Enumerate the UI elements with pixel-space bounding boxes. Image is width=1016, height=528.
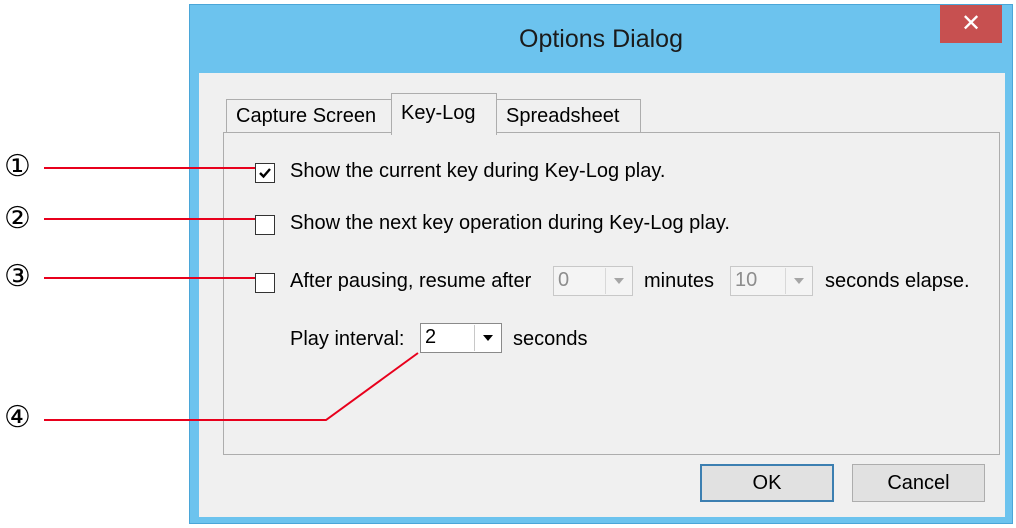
tab-spreadsheet[interactable]: Spreadsheet xyxy=(496,99,641,133)
resume-minutes-select[interactable]: 0 xyxy=(553,266,633,296)
minutes-label: minutes xyxy=(644,270,715,292)
callout-marker-2: ② xyxy=(4,201,31,236)
options-dialog-window: Options Dialog ✕ Capture Screen Key-Log … xyxy=(189,4,1013,524)
close-button[interactable]: ✕ xyxy=(940,5,1002,43)
show-next-key-label: Show the next key operation during Key-L… xyxy=(290,212,730,234)
resume-after-pause-checkbox[interactable] xyxy=(255,273,275,293)
resume-after-label: After pausing, resume after xyxy=(290,270,532,292)
checkmark-icon xyxy=(259,168,271,179)
show-current-key-label: Show the current key during Key-Log play… xyxy=(290,160,666,182)
play-interval-unit-label: seconds xyxy=(513,328,588,350)
tab-spreadsheet-label: Spreadsheet xyxy=(506,105,620,127)
chevron-down-icon[interactable] xyxy=(785,268,811,294)
callout-marker-3: ③ xyxy=(4,259,31,294)
resume-seconds-select[interactable]: 10 xyxy=(730,266,813,296)
ok-button[interactable]: OK xyxy=(700,464,834,502)
chevron-down-icon[interactable] xyxy=(605,268,631,294)
tab-capture-screen-label: Capture Screen xyxy=(236,105,377,127)
key-log-panel: Show the current key during Key-Log play… xyxy=(223,132,1000,455)
chevron-down-icon[interactable] xyxy=(474,325,500,351)
resume-seconds-value: 10 xyxy=(735,269,758,291)
resume-minutes-value: 0 xyxy=(558,269,570,291)
title-bar[interactable]: Options Dialog ✕ xyxy=(190,5,1012,73)
tab-capture-screen[interactable]: Capture Screen xyxy=(226,99,392,133)
dialog-title: Options Dialog xyxy=(519,25,683,53)
play-interval-label: Play interval: xyxy=(290,328,405,350)
play-interval-value: 2 xyxy=(425,326,437,348)
play-interval-select[interactable]: 2 xyxy=(420,323,502,353)
callout-marker-4: ④ xyxy=(4,400,31,435)
seconds-elapse-label: seconds elapse. xyxy=(825,270,970,292)
show-next-key-checkbox[interactable] xyxy=(255,215,275,235)
cancel-button[interactable]: Cancel xyxy=(852,464,985,502)
callout-marker-1: ① xyxy=(4,149,31,184)
dialog-client-area: Capture Screen Key-Log Spreadsheet Show … xyxy=(199,73,1005,517)
tab-key-log-label: Key-Log xyxy=(401,102,476,124)
close-icon: ✕ xyxy=(960,10,982,37)
tab-key-log[interactable]: Key-Log xyxy=(391,93,497,135)
show-current-key-checkbox[interactable] xyxy=(255,163,275,183)
